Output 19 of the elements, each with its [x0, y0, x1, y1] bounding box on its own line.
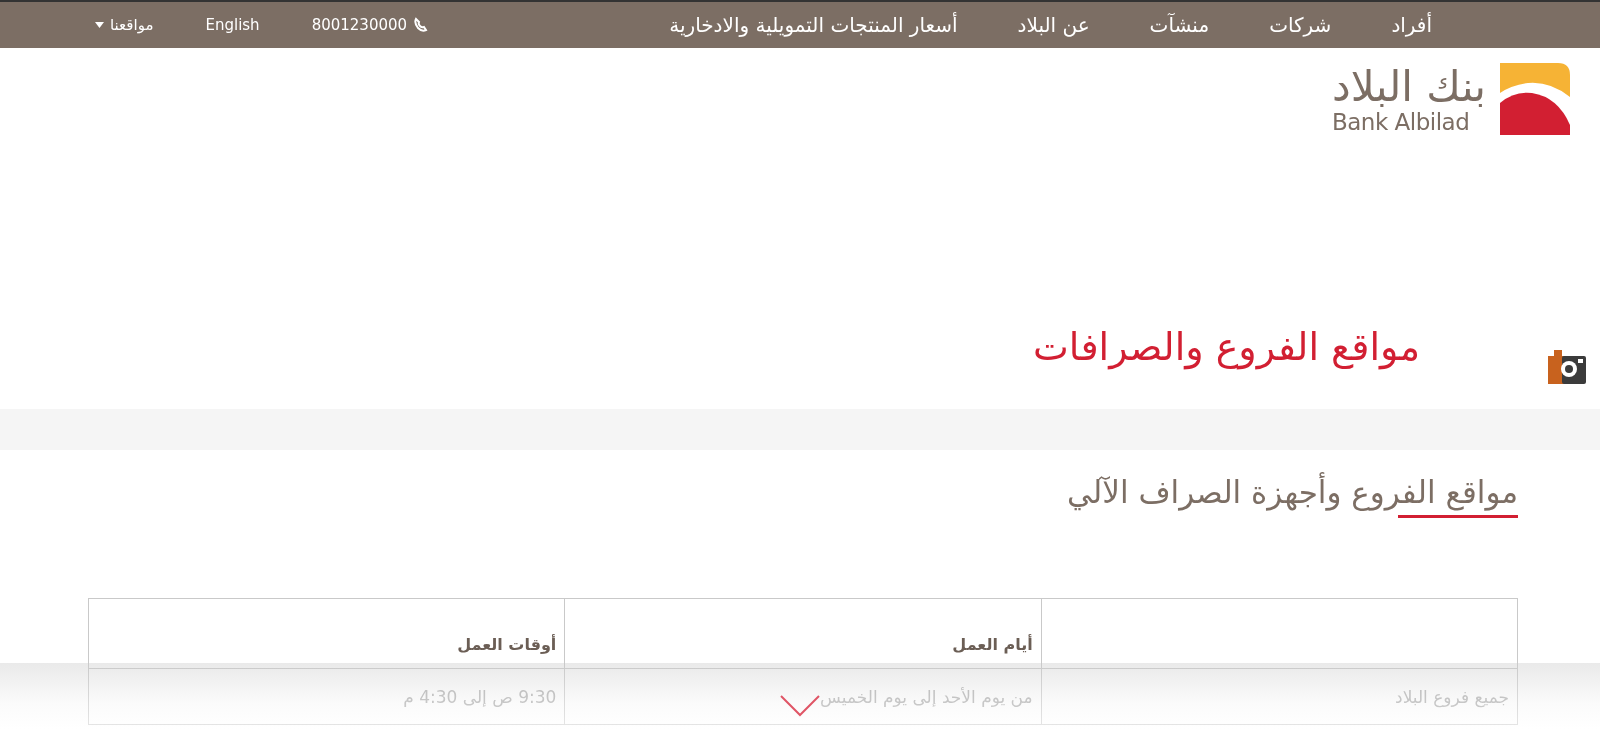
locations-menu[interactable]: مواقعنا: [95, 16, 154, 34]
logo-wordmark: بنك البلاد: [1332, 64, 1486, 111]
logo-wordmark: Bank Albilad: [1332, 110, 1470, 134]
chevron-down-icon[interactable]: [780, 695, 820, 717]
page-title: مواقع الفروع والصرافات: [1033, 325, 1420, 369]
column-header: أيام العمل: [564, 598, 1042, 669]
language-link[interactable]: English: [205, 16, 260, 34]
column-header: أوقات العمل: [88, 598, 565, 669]
nav-link[interactable]: شركات: [1269, 13, 1332, 37]
nav-link[interactable]: منشآت: [1149, 13, 1210, 37]
caret-icon: [95, 22, 104, 28]
nav-link[interactable]: عن البلاد: [1017, 13, 1090, 37]
camera-icon[interactable]: [1548, 348, 1586, 384]
nav-link[interactable]: أفراد: [1391, 13, 1432, 37]
nav-link[interactable]: أسعار المنتجات التمويلية والادخارية: [669, 13, 958, 37]
section-title: مواقع الفروع وأجهزة الصراف الآلي: [1066, 474, 1518, 520]
phone-icon: [413, 17, 430, 33]
phone-number: 8001230000: [311, 16, 430, 34]
logo-icon: [1500, 63, 1570, 135]
